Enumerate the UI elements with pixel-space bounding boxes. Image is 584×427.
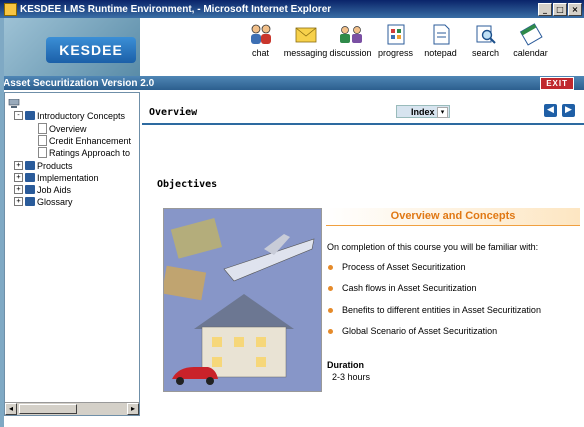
tree-horizontal-scrollbar[interactable]: ◂ ▸	[5, 402, 139, 415]
previous-page-button[interactable]: ◀	[544, 104, 557, 117]
tree-item-products[interactable]: + Products	[14, 160, 73, 171]
course-tree: - Introductory Concepts Overview Credit …	[4, 92, 140, 416]
maximize-button[interactable]: □	[553, 2, 567, 16]
window-controls: _ □ ×	[538, 2, 582, 16]
tree-item-implementation[interactable]: + Implementation	[14, 172, 99, 183]
tool-buttons: chat messaging discussion progress notep…	[238, 22, 553, 58]
exit-button[interactable]: EXIT	[540, 76, 574, 90]
content-pane: Overview Index ▾ ◀ ▶ Objectives Overview…	[142, 92, 584, 427]
page-icon	[38, 147, 47, 158]
course-title: Asset Securitization Version 2.0	[3, 77, 155, 89]
calendar-icon	[519, 23, 543, 46]
list-item: Benefits to different entities in Asset …	[328, 305, 541, 315]
tree-item-credit-enhancement[interactable]: Credit Enhancement	[38, 135, 131, 146]
search-button[interactable]: search	[463, 22, 508, 58]
kesdee-logo: KESDEE	[46, 37, 136, 63]
window-title: KESDEE LMS Runtime Environment, - Micros…	[20, 3, 332, 15]
book-icon	[25, 173, 35, 182]
tree-item-ratings-approach[interactable]: Ratings Approach to	[38, 147, 130, 158]
chat-icon	[250, 24, 271, 44]
notepad-button[interactable]: notepad	[418, 22, 463, 58]
list-item: Global Scenario of Asset Securitization	[328, 326, 497, 336]
messaging-button[interactable]: messaging	[283, 22, 328, 58]
page-title: Overview	[149, 107, 198, 118]
chat-button[interactable]: chat	[238, 22, 283, 58]
minimize-button[interactable]: _	[538, 2, 552, 16]
concepts-heading: Overview and Concepts	[326, 208, 580, 226]
scroll-left-arrow-icon[interactable]: ◂	[5, 403, 17, 415]
scrollbar-thumb[interactable]	[19, 404, 77, 414]
scroll-right-arrow-icon[interactable]: ▸	[127, 403, 139, 415]
ie-app-icon	[4, 2, 17, 16]
chevron-down-icon: ▾	[437, 107, 448, 118]
tree-item-glossary[interactable]: + Glossary	[14, 196, 73, 207]
book-icon	[25, 185, 35, 194]
tree-item-introductory-concepts[interactable]: - Introductory Concepts	[14, 110, 125, 121]
tree-item-job-aids[interactable]: + Job Aids	[14, 184, 71, 195]
list-item: Process of Asset Securitization	[328, 262, 466, 272]
notepad-icon	[433, 24, 449, 45]
calendar-button[interactable]: calendar	[508, 22, 553, 58]
discussion-button[interactable]: discussion	[328, 22, 373, 58]
progress-icon	[387, 24, 404, 45]
collapse-icon[interactable]: -	[14, 111, 23, 120]
house-airplane-image	[164, 209, 321, 391]
close-button[interactable]: ×	[568, 2, 582, 16]
bullet-icon	[328, 264, 333, 270]
expand-icon[interactable]: +	[14, 161, 23, 170]
index-dropdown[interactable]: Index ▾	[396, 105, 450, 118]
duration-value: 2-3 hours	[332, 372, 371, 382]
page-icon	[38, 135, 47, 146]
bullet-icon	[328, 328, 333, 334]
expand-icon[interactable]: +	[14, 185, 23, 194]
search-icon	[476, 25, 496, 44]
expand-icon[interactable]: +	[14, 197, 23, 206]
tree-item-overview[interactable]: Overview	[38, 123, 87, 134]
objectives-heading: Objectives	[157, 179, 218, 190]
list-item: Cash flows in Asset Securitization	[328, 283, 477, 293]
envelope-icon	[295, 27, 316, 43]
bullet-icon	[328, 307, 333, 313]
book-icon	[25, 161, 35, 170]
arrow-left-icon: ◀	[547, 105, 554, 115]
window-titlebar: KESDEE LMS Runtime Environment, - Micros…	[0, 0, 584, 18]
expand-icon[interactable]: +	[14, 173, 23, 182]
discussion-icon	[339, 26, 362, 43]
course-title-bar: Asset Securitization Version 2.0 EXIT	[0, 76, 584, 90]
next-page-button[interactable]: ▶	[562, 104, 575, 117]
duration-label: Duration	[327, 360, 364, 370]
progress-button[interactable]: progress	[373, 22, 418, 58]
course-illustration	[163, 208, 322, 392]
intro-text: On completion of this course you will be…	[327, 242, 539, 252]
header-divider	[142, 123, 584, 125]
arrow-right-icon: ▶	[565, 105, 572, 115]
computer-icon	[8, 99, 20, 108]
page-icon	[38, 123, 47, 134]
book-icon	[25, 197, 35, 206]
book-icon	[25, 111, 35, 120]
bullet-icon	[328, 285, 333, 291]
